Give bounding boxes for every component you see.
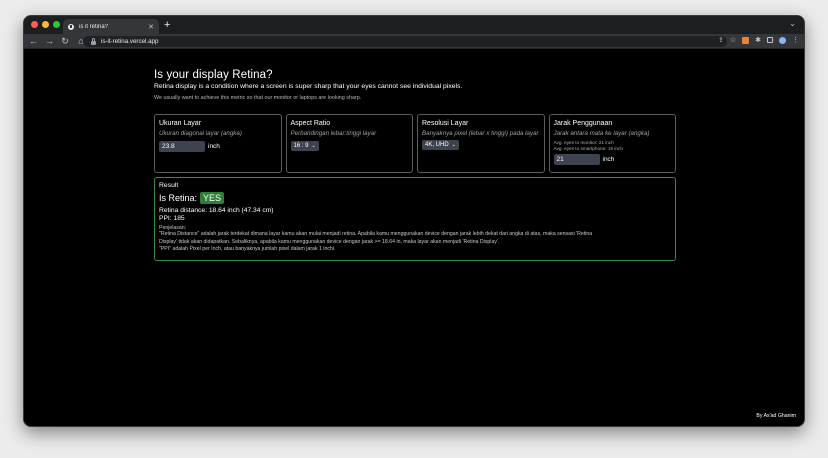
browser-toolbar: ← → ↻ ⌂ is-it-retina.vercel.app ⇪ ☆ ✱ ⋮: [24, 34, 804, 49]
resolution-select[interactable]: 4K, UHD ⌄: [422, 140, 459, 150]
screen-size-label: Ukuran Layar: [159, 120, 202, 127]
profile-avatar-icon[interactable]: [779, 36, 786, 44]
distance-hint-smartphone: Avg. eyes to smartphone: 15 inch: [553, 146, 624, 151]
resolution-label: Resolusi Layar: [422, 120, 469, 127]
sidepanel-icon[interactable]: [767, 37, 773, 43]
distance-label: Jarak Penggunaan: [553, 120, 613, 127]
result-label: Result: [159, 182, 179, 189]
tab-close-icon[interactable]: ✕: [148, 23, 154, 31]
ppi-value: PPI: 185: [159, 215, 185, 222]
distance-input[interactable]: 21: [553, 154, 600, 165]
aspect-ratio-select[interactable]: 16 : 9 ⌄: [290, 141, 319, 151]
chevron-down-icon: ⌄: [451, 142, 456, 148]
title-bar: is it retina? ✕ + ⌄: [24, 16, 804, 34]
bookmark-star-icon[interactable]: ☆: [730, 36, 736, 44]
card-screen-size: Ukuran Layar Ukuran diagonal layar (angk…: [154, 114, 282, 173]
aspect-ratio-desc: Perbandingan lebar:tinggi layar: [290, 130, 377, 137]
forward-icon[interactable]: →: [45, 36, 54, 46]
screen-size-input[interactable]: 23.8: [159, 141, 205, 152]
explanation-line-1: "Retina Distance" adalah jarak terdekat …: [159, 231, 593, 237]
nav-buttons: ← → ↻ ⌂: [29, 36, 85, 46]
url-text: is-it-retina.vercel.app: [101, 38, 159, 45]
tab-search-icon[interactable]: ⌄: [789, 19, 796, 28]
page-subtitle: We usually want to achieve this metric s…: [154, 95, 362, 101]
browser-window: is it retina? ✕ + ⌄ ← → ↻ ⌂ is-it-retina…: [23, 15, 805, 427]
page-content: Is your display Retina? Retina display i…: [24, 50, 804, 426]
screen-size-desc: Ukuran diagonal layar (angka): [159, 130, 242, 137]
share-icon[interactable]: ⇪: [718, 36, 724, 44]
screen-size-unit: inch: [208, 143, 220, 150]
minimize-window-button[interactable]: [42, 21, 49, 28]
browser-tab[interactable]: is it retina? ✕: [63, 19, 159, 34]
toolbar-actions: ⇪ ☆ ✱ ⋮: [718, 36, 799, 44]
favicon-icon: [68, 23, 74, 30]
menu-kebab-icon[interactable]: ⋮: [792, 36, 799, 44]
is-retina-label: Is Retina:: [159, 193, 198, 203]
is-retina-badge: YES: [200, 192, 225, 204]
close-window-button[interactable]: [31, 21, 38, 28]
explanation-line-2: Display' tidak akan didapatkan. Sebalikn…: [159, 238, 500, 245]
address-bar[interactable]: is-it-retina.vercel.app: [83, 36, 727, 47]
aspect-ratio-label: Aspect Ratio: [290, 120, 331, 127]
card-resolution: Resolusi Layar Banyaknya pixel (lebar x …: [417, 114, 545, 173]
distance-desc: Jarak antara mata ke layar (angka): [553, 130, 650, 137]
reload-icon[interactable]: ↻: [61, 36, 69, 46]
tab-title: is it retina?: [79, 23, 109, 30]
card-usage-distance: Jarak Penggunaan Jarak antara mata ke la…: [548, 114, 676, 173]
input-cards: Ukuran Layar Ukuran diagonal layar (angk…: [154, 114, 676, 173]
extension-icon[interactable]: [742, 36, 750, 44]
window-controls: [31, 21, 60, 28]
new-tab-button[interactable]: +: [164, 18, 170, 32]
resolution-desc: Banyaknya pixel (lebar x tinggi) pada la…: [422, 130, 539, 137]
footer-credit: By As'ad Ghanim: [756, 413, 796, 419]
is-retina-row: Is Retina: YES: [159, 192, 671, 204]
lock-icon[interactable]: [91, 37, 96, 45]
page-title: Is your display Retina?: [154, 69, 273, 81]
page-lead: Retina display is a condition where a sc…: [154, 83, 463, 90]
chevron-down-icon: ⌄: [311, 143, 316, 149]
retina-distance: Retina distance: 18.64 inch (47.34 cm): [159, 207, 274, 214]
resolution-value: 4K, UHD: [425, 142, 449, 148]
aspect-ratio-value: 16 : 9: [293, 143, 309, 149]
back-icon[interactable]: ←: [29, 36, 38, 46]
distance-unit: inch: [602, 156, 615, 163]
puzzle-icon[interactable]: ✱: [755, 36, 761, 44]
card-aspect-ratio: Aspect Ratio Perbandingan lebar:tinggi l…: [285, 114, 413, 173]
result-panel: Result Is Retina: YES Retina distance: 1…: [154, 177, 676, 261]
maximize-window-button[interactable]: [53, 21, 60, 28]
explanation-line-3: "PPI" adalah Pixel per Inch, atau banyak…: [159, 246, 336, 253]
